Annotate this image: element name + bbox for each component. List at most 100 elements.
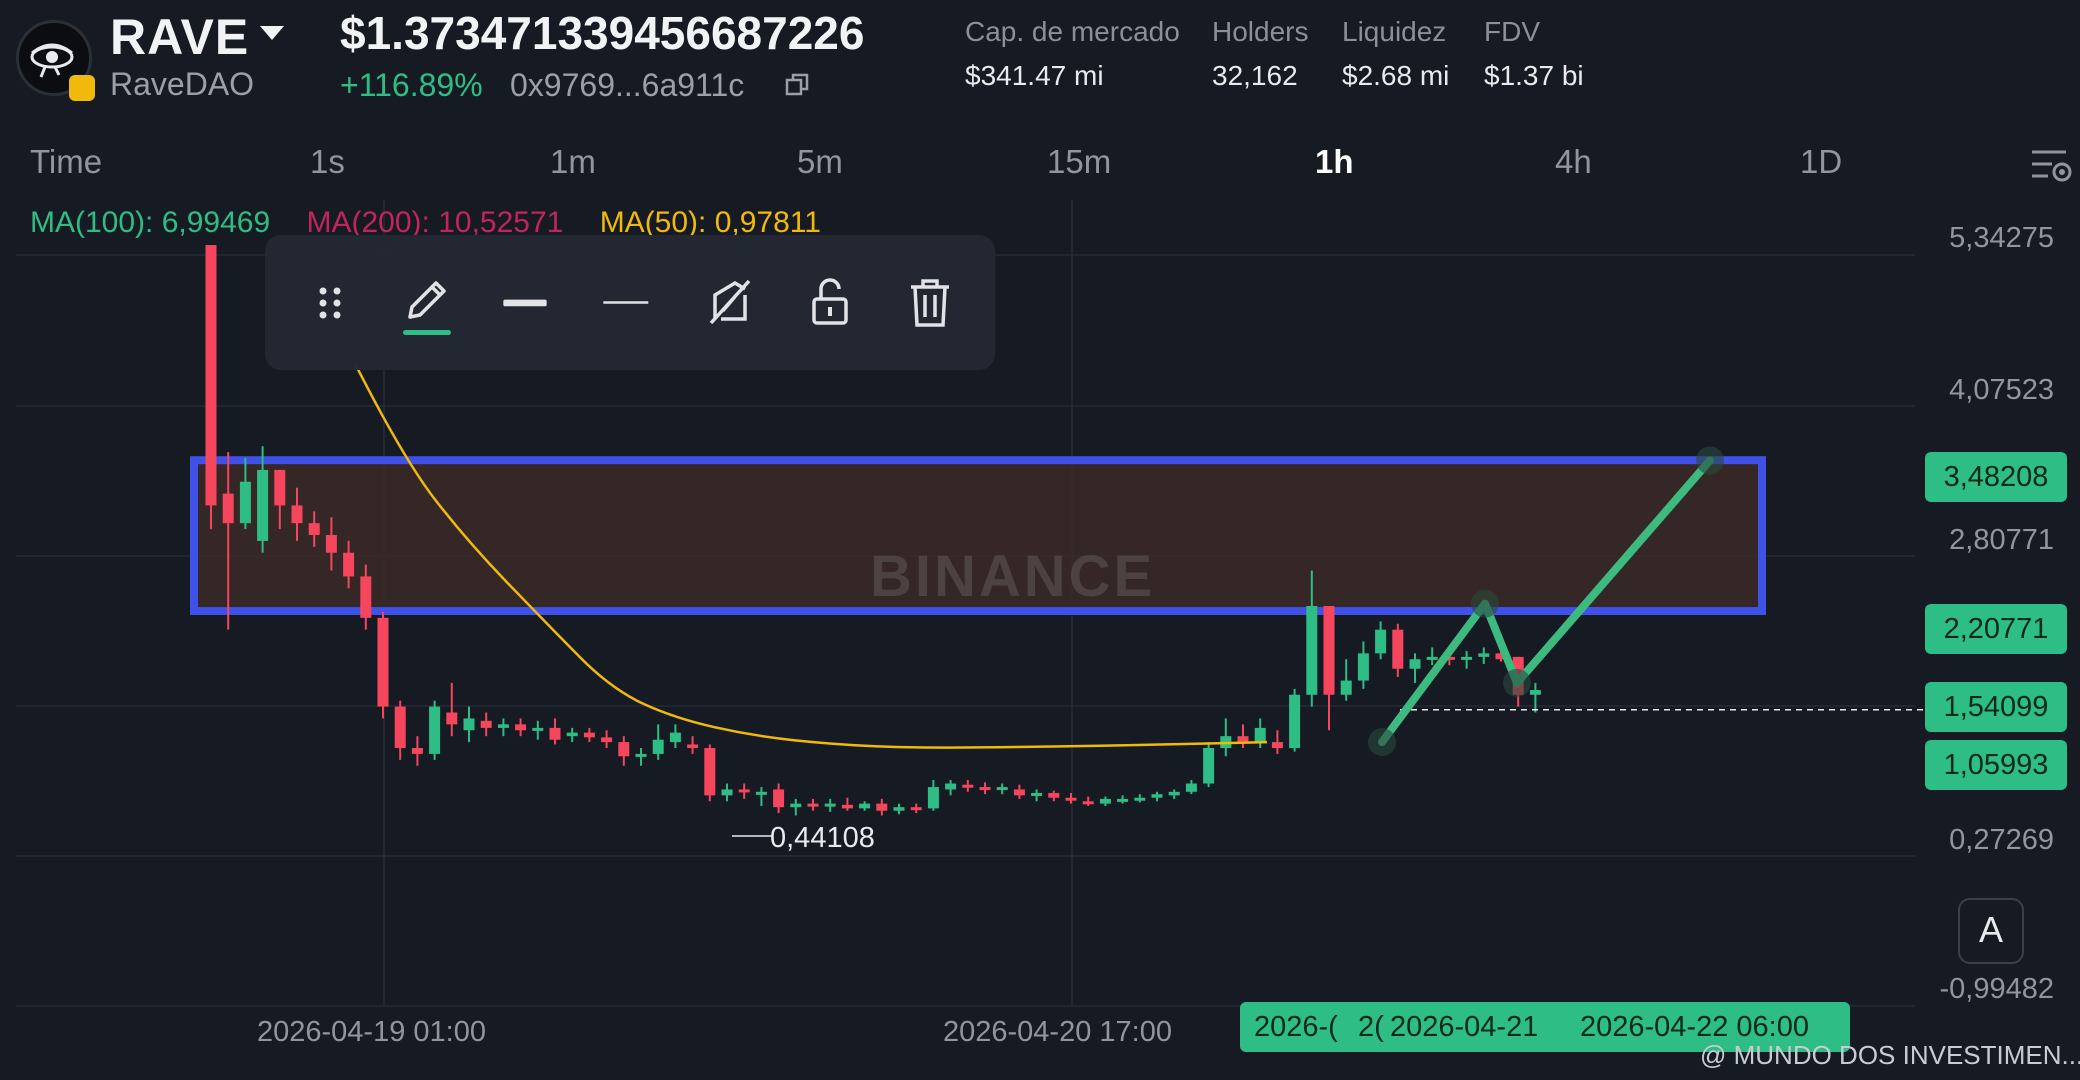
current-price-badge: 1,54099 — [1925, 682, 2067, 732]
projection-anchor-point — [1471, 589, 1499, 618]
time-range-label: 2( — [1358, 1011, 1384, 1043]
candle-body — [1117, 798, 1129, 802]
candle-body — [1168, 791, 1180, 796]
candle-body — [274, 469, 286, 506]
drag-handle-icon[interactable] — [305, 275, 355, 330]
ma100-label: MA(100): 6,99469 — [30, 206, 271, 239]
candle-body — [1426, 656, 1438, 660]
candle-body — [687, 744, 699, 749]
y-tick-label: 5,34275 — [1949, 222, 2054, 254]
candle-body — [738, 789, 750, 793]
ma50-price-badge: 1,05993 — [1925, 740, 2067, 790]
thin-line-icon[interactable] — [600, 275, 650, 330]
candle-body — [360, 576, 372, 618]
zone-top-price-badge: 3,48208 — [1925, 452, 2067, 502]
candle-body — [876, 803, 888, 811]
candle-body — [1409, 659, 1421, 669]
candle-body — [824, 803, 836, 807]
candle-body — [325, 534, 337, 553]
candle-body — [945, 783, 957, 790]
candle-body — [1237, 736, 1249, 743]
candle-body — [515, 724, 527, 731]
candle-body — [566, 732, 578, 737]
x-axis-label: 2026-04-19 01:00 — [257, 1016, 486, 1048]
candle-body — [1357, 653, 1369, 681]
candle-body — [1013, 789, 1025, 796]
y-tick-label: 0,27269 — [1949, 824, 2054, 856]
candle-body — [205, 245, 217, 506]
candle-body — [1306, 606, 1318, 695]
pencil-icon[interactable] — [402, 275, 452, 330]
candle-body — [222, 493, 234, 524]
candle-body — [704, 748, 716, 796]
candle-body — [291, 505, 303, 524]
candle-body — [463, 718, 475, 731]
candle-body — [1254, 727, 1266, 743]
unlock-icon[interactable] — [805, 275, 855, 330]
candle-body — [927, 787, 939, 809]
time-range-start-label: 2026-( — [1254, 1011, 1338, 1043]
zone-bottom-price-badge: 2,20771 — [1925, 604, 2067, 654]
candle-body — [721, 789, 733, 796]
candle-body — [429, 706, 441, 754]
candle-body — [583, 732, 595, 738]
candle-body — [549, 727, 561, 740]
projection-anchor-point — [1696, 446, 1724, 475]
x-axis-label: 2026-04-20 17:00 — [943, 1016, 1172, 1048]
active-tool-indicator — [403, 330, 451, 335]
candle-body — [532, 727, 544, 731]
candle-body — [652, 739, 664, 754]
thick-line-icon[interactable] — [500, 275, 550, 330]
candle-body — [962, 784, 974, 788]
candle-body — [1478, 653, 1490, 657]
candle-body — [1529, 690, 1541, 695]
candle-body — [377, 617, 389, 707]
price-chart[interactable] — [0, 0, 2080, 1080]
candle-body — [1099, 798, 1111, 804]
projection-anchor-point — [1503, 668, 1531, 697]
candle-body — [1289, 694, 1301, 749]
projection-anchor-point — [1368, 728, 1396, 757]
candle-body — [343, 552, 355, 577]
candle-body — [859, 803, 871, 809]
candle-body — [308, 523, 320, 535]
binance-watermark: BINANCE — [870, 544, 1156, 609]
candle-body — [1271, 742, 1283, 749]
candle-body — [910, 807, 922, 811]
candle-body — [635, 753, 647, 757]
candle-body — [1323, 606, 1335, 695]
candle-body — [893, 807, 905, 811]
auto-scale-button[interactable]: A — [1958, 898, 2024, 964]
candle-body — [618, 742, 630, 757]
candle-body — [239, 481, 251, 524]
candle-body — [1031, 792, 1043, 796]
trash-icon[interactable] — [905, 275, 955, 330]
y-tick-label: 2,80771 — [1949, 524, 2054, 556]
candle-body — [411, 748, 423, 754]
candle-body — [480, 720, 492, 728]
candle-body — [1461, 656, 1473, 660]
candle-body — [669, 732, 681, 743]
candle-body — [601, 737, 613, 743]
y-tick-label: -0,99482 — [1939, 973, 2055, 1005]
candle-body — [394, 706, 406, 749]
candle-body — [807, 803, 819, 807]
candle-body — [841, 804, 853, 809]
candle-body — [1203, 748, 1215, 784]
candle-body — [1340, 680, 1352, 695]
candle-body — [996, 787, 1008, 791]
credit-text: @ MUNDO DOS INVESTIMEN... — [1700, 1040, 2080, 1070]
candle-body — [755, 791, 767, 795]
candle-body — [1065, 797, 1077, 801]
candle-body — [773, 789, 785, 808]
candle-body — [1048, 792, 1060, 798]
candle-body — [446, 712, 458, 725]
y-tick-label: 4,07523 — [1949, 374, 2054, 406]
candle-body — [1082, 801, 1094, 805]
candle-body — [979, 787, 991, 791]
time-range-mid-label: 2026-04-21 — [1390, 1011, 1539, 1043]
hide-drawing-icon[interactable] — [705, 275, 755, 330]
candle-body — [1151, 794, 1163, 798]
candle-body — [1375, 629, 1387, 654]
period-low-label: 0,44108 — [770, 822, 875, 854]
